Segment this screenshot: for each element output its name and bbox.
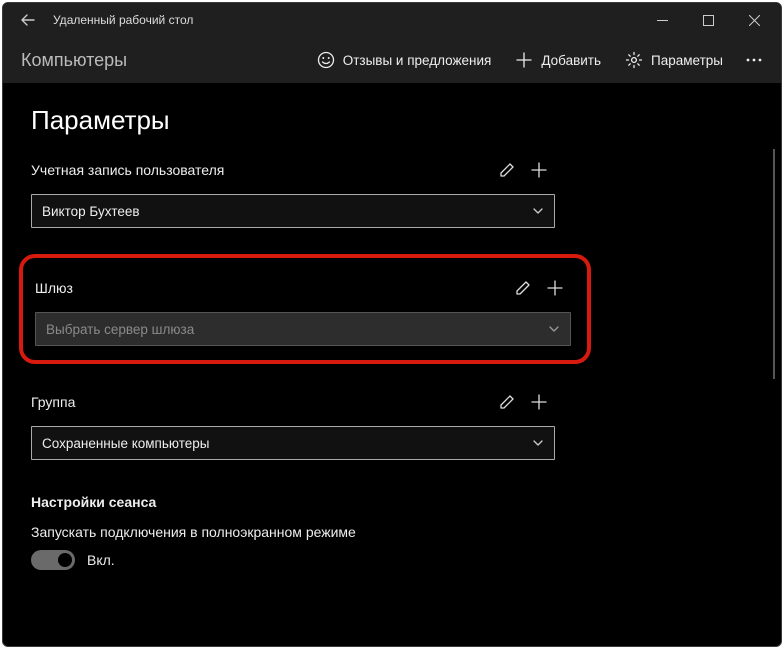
add-gateway-button[interactable] xyxy=(539,272,571,304)
chevron-down-icon xyxy=(548,323,560,335)
ellipsis-icon xyxy=(746,58,762,62)
gateway-label: Шлюз xyxy=(35,280,507,296)
settings-label: Параметры xyxy=(651,53,723,68)
feedback-button[interactable]: Отзывы и предложения xyxy=(305,41,504,79)
gateway-placeholder: Выбрать сервер шлюза xyxy=(46,322,194,337)
add-label: Добавить xyxy=(541,53,601,68)
pencil-icon xyxy=(498,161,516,179)
edit-group-button[interactable] xyxy=(491,386,523,418)
group-select[interactable]: Сохраненные компьютеры xyxy=(31,426,555,460)
settings-button[interactable]: Параметры xyxy=(613,41,735,79)
user-account-section: Учетная запись пользователя Виктор Бухте… xyxy=(31,154,761,228)
scrollbar[interactable] xyxy=(773,149,775,379)
group-section: Группа Сохраненные компьютеры xyxy=(31,386,761,460)
close-icon xyxy=(749,15,760,26)
app-title: Удаленный рабочий стол xyxy=(53,13,193,27)
chevron-down-icon xyxy=(532,437,544,449)
user-account-label: Учетная запись пользователя xyxy=(31,162,491,178)
back-button[interactable] xyxy=(11,3,45,37)
pencil-icon xyxy=(498,393,516,411)
feedback-label: Отзывы и предложения xyxy=(343,53,492,68)
edit-gateway-button[interactable] xyxy=(507,272,539,304)
plus-icon xyxy=(530,161,548,179)
command-bar: Компьютеры Отзывы и предложения Добавить… xyxy=(3,37,781,83)
cmdbar-title: Компьютеры xyxy=(21,50,305,71)
plus-icon xyxy=(546,279,564,297)
fullscreen-toggle-row: Вкл. xyxy=(31,550,761,570)
maximize-icon xyxy=(703,15,714,26)
user-account-value: Виктор Бухтеев xyxy=(42,204,140,219)
fullscreen-setting-label: Запускать подключения в полноэкранном ре… xyxy=(31,524,761,540)
edit-user-account-button[interactable] xyxy=(491,154,523,186)
maximize-button[interactable] xyxy=(685,3,731,37)
gateway-select[interactable]: Выбрать сервер шлюза xyxy=(35,312,571,346)
add-user-account-button[interactable] xyxy=(523,154,555,186)
fullscreen-toggle[interactable] xyxy=(31,550,75,570)
chevron-down-icon xyxy=(532,205,544,217)
window-controls xyxy=(639,3,777,37)
plus-icon xyxy=(515,51,533,69)
add-button[interactable]: Добавить xyxy=(503,41,613,79)
arrow-left-icon xyxy=(20,12,36,28)
smiley-icon xyxy=(317,51,335,69)
more-button[interactable] xyxy=(735,41,773,79)
content-area: Параметры Учетная запись пользователя Ви… xyxy=(3,83,781,646)
group-value: Сохраненные компьютеры xyxy=(42,436,209,451)
session-settings-heading: Настройки сеанса xyxy=(31,494,761,510)
add-group-button[interactable] xyxy=(523,386,555,418)
toggle-state-label: Вкл. xyxy=(87,552,115,568)
titlebar: Удаленный рабочий стол xyxy=(3,3,781,37)
gateway-section-highlight: Шлюз Выбрать сервер шлюза xyxy=(19,254,591,364)
minimize-icon xyxy=(657,15,668,26)
group-label: Группа xyxy=(31,394,491,410)
minimize-button[interactable] xyxy=(639,3,685,37)
plus-icon xyxy=(530,393,548,411)
pencil-icon xyxy=(514,279,532,297)
page-title: Параметры xyxy=(31,105,761,136)
gear-icon xyxy=(625,51,643,69)
toggle-knob xyxy=(58,553,72,567)
app-window: Удаленный рабочий стол Компьютеры Отзывы… xyxy=(2,2,782,647)
close-button[interactable] xyxy=(731,3,777,37)
user-account-select[interactable]: Виктор Бухтеев xyxy=(31,194,555,228)
